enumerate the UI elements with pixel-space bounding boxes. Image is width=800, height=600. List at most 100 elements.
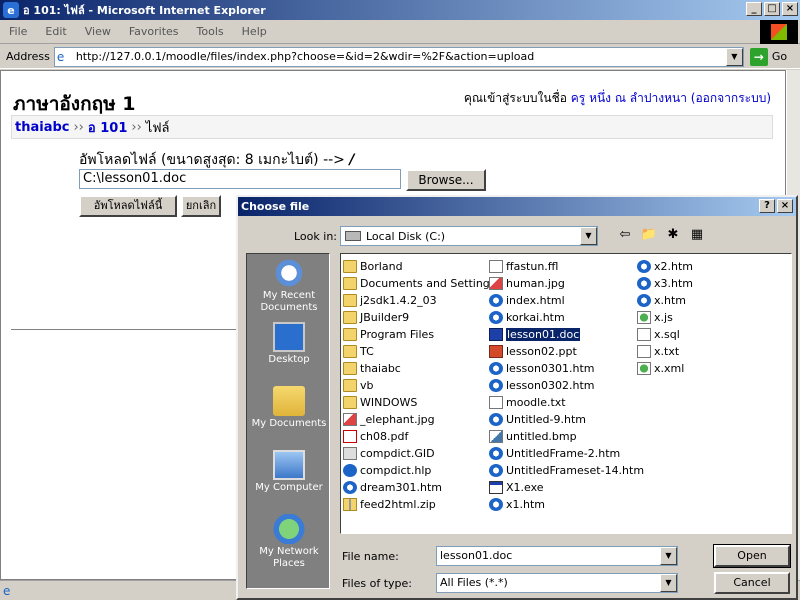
place-my-computer[interactable]: My Computer bbox=[247, 446, 331, 510]
ppt-file-icon bbox=[489, 345, 503, 358]
chevron-down-icon[interactable]: ▼ bbox=[660, 574, 677, 592]
address-input[interactable]: e http://127.0.0.1/moodle/files/index.ph… bbox=[53, 46, 744, 67]
place-network[interactable]: My Network Places bbox=[247, 510, 331, 574]
address-dropdown-arrow[interactable]: ▼ bbox=[725, 47, 743, 66]
maximize-button[interactable]: □ bbox=[764, 2, 780, 16]
file-name: ch08.pdf bbox=[360, 430, 409, 443]
file-item[interactable]: ch08.pdf bbox=[343, 428, 496, 445]
file-item[interactable]: Documents and Settings bbox=[343, 275, 496, 292]
html-file-icon bbox=[489, 498, 503, 511]
file-item[interactable]: compdict.GID bbox=[343, 445, 496, 462]
file-item[interactable]: Borland bbox=[343, 258, 496, 275]
file-item[interactable]: TC bbox=[343, 343, 496, 360]
file-name-label: File name: bbox=[342, 550, 399, 563]
upload-label: อัพโหลดไฟล์ (ขนาดสูงสุด: 8 เมกะไบต์) -->… bbox=[79, 149, 355, 171]
file-item[interactable]: untitled.bmp bbox=[489, 428, 644, 445]
file-item[interactable]: _elephant.jpg bbox=[343, 411, 496, 428]
browse-button[interactable]: Browse... bbox=[406, 169, 486, 191]
breadcrumb-course[interactable]: อ 101 bbox=[88, 117, 127, 138]
file-item[interactable]: lesson0301.htm bbox=[489, 360, 644, 377]
file-name: _elephant.jpg bbox=[360, 413, 435, 426]
file-item[interactable]: feed2html.zip bbox=[343, 496, 496, 513]
choose-file-dialog: Choose file ? × Look in: Local Disk (C:)… bbox=[236, 195, 798, 600]
file-item[interactable]: thaiabc bbox=[343, 360, 496, 377]
cancel-upload-button[interactable]: ยกเลิก bbox=[181, 195, 221, 217]
logout-link[interactable]: (ออกจากระบบ) bbox=[691, 91, 771, 105]
window-titlebar[interactable]: e อ 101: ไฟล์ - Microsoft Internet Explo… bbox=[0, 0, 800, 20]
file-name-value: lesson01.doc bbox=[440, 549, 513, 562]
html-file-icon bbox=[489, 294, 503, 307]
upload-file-input[interactable]: C:\lesson01.doc bbox=[79, 169, 401, 189]
file-item[interactable]: WINDOWS bbox=[343, 394, 496, 411]
file-item[interactable]: human.jpg bbox=[489, 275, 644, 292]
file-item[interactable]: x.js bbox=[637, 309, 693, 326]
file-item[interactable]: lesson01.doc bbox=[489, 326, 644, 343]
dialog-close-button[interactable]: × bbox=[777, 199, 793, 213]
view-menu-icon[interactable]: ▦ bbox=[688, 227, 706, 242]
file-item[interactable]: vb bbox=[343, 377, 496, 394]
chevron-down-icon[interactable]: ▼ bbox=[660, 547, 677, 565]
place-label: My Documents bbox=[251, 418, 327, 429]
folder-icon bbox=[343, 345, 357, 358]
file-item[interactable]: Program Files bbox=[343, 326, 496, 343]
file-item[interactable]: x.txt bbox=[637, 343, 693, 360]
file-item[interactable]: compdict.hlp bbox=[343, 462, 496, 479]
folder-icon bbox=[343, 311, 357, 324]
places-bar: My Recent Documents Desktop My Documents… bbox=[246, 253, 330, 589]
breadcrumb-site[interactable]: thaiabc bbox=[15, 120, 69, 135]
html-file-icon bbox=[637, 277, 651, 290]
new-folder-icon[interactable]: ✱ bbox=[664, 227, 682, 242]
minimize-button[interactable]: _ bbox=[746, 2, 762, 16]
file-item[interactable]: lesson02.ppt bbox=[489, 343, 644, 360]
go-button[interactable]: → Go bbox=[749, 47, 787, 66]
help-button[interactable]: ? bbox=[759, 199, 775, 213]
chevron-down-icon[interactable]: ▼ bbox=[580, 227, 597, 245]
file-item[interactable]: JBuilder9 bbox=[343, 309, 496, 326]
file-item[interactable]: moodle.txt bbox=[489, 394, 644, 411]
menu-view[interactable]: View bbox=[76, 25, 120, 38]
menu-favorites[interactable]: Favorites bbox=[120, 25, 188, 38]
look-in-dropdown[interactable]: Local Disk (C:) ▼ bbox=[340, 226, 598, 246]
file-item[interactable]: UntitledFrame-2.htm bbox=[489, 445, 644, 462]
login-info: คุณเข้าสู่ระบบในชื่อ ครู หนึ่ง ณ ลำปางหน… bbox=[464, 89, 771, 108]
file-item[interactable]: UntitledFrameset-14.htm bbox=[489, 462, 644, 479]
user-link[interactable]: ครู หนึ่ง ณ ลำปางหนา bbox=[571, 91, 687, 105]
back-arrow-icon[interactable]: ⇦ bbox=[616, 227, 634, 242]
file-type-dropdown[interactable]: All Files (*.*) ▼ bbox=[436, 573, 678, 593]
file-item[interactable]: ffastun.ffl bbox=[489, 258, 644, 275]
menu-file[interactable]: File bbox=[0, 25, 36, 38]
close-button[interactable]: × bbox=[782, 2, 798, 16]
menu-tools[interactable]: Tools bbox=[188, 25, 233, 38]
dialog-cancel-button[interactable]: Cancel bbox=[714, 572, 790, 594]
file-name: lesson02.ppt bbox=[506, 345, 577, 358]
open-button[interactable]: Open bbox=[713, 544, 791, 568]
file-item[interactable]: x.sql bbox=[637, 326, 693, 343]
place-label: My Network Places bbox=[259, 546, 319, 569]
menu-help[interactable]: Help bbox=[233, 25, 276, 38]
file-item[interactable]: Untitled-9.htm bbox=[489, 411, 644, 428]
file-list[interactable]: Borland Documents and Settings j2sdk1.4.2_… bbox=[340, 253, 792, 534]
divider bbox=[11, 329, 241, 330]
menu-edit[interactable]: Edit bbox=[36, 25, 75, 38]
file-item[interactable]: x.htm bbox=[637, 292, 693, 309]
place-recent-documents[interactable]: My Recent Documents bbox=[247, 254, 331, 318]
file-name: Borland bbox=[360, 260, 403, 273]
place-desktop[interactable]: Desktop bbox=[247, 318, 331, 382]
file-item[interactable]: index.html bbox=[489, 292, 644, 309]
breadcrumb-separator: ›› bbox=[131, 119, 142, 135]
file-name-input[interactable]: lesson01.doc ▼ bbox=[436, 546, 678, 566]
bmp-file-icon bbox=[489, 430, 503, 443]
file-item[interactable]: lesson0302.htm bbox=[489, 377, 644, 394]
place-my-documents[interactable]: My Documents bbox=[247, 382, 331, 446]
file-item[interactable]: x2.htm bbox=[637, 258, 693, 275]
file-item[interactable]: j2sdk1.4.2_03 bbox=[343, 292, 496, 309]
dialog-titlebar[interactable]: Choose file ? × bbox=[238, 197, 796, 216]
up-folder-icon[interactable]: 📁 bbox=[640, 227, 658, 242]
file-item[interactable]: korkai.htm bbox=[489, 309, 644, 326]
file-item[interactable]: x1.htm bbox=[489, 496, 644, 513]
file-item[interactable]: X1.exe bbox=[489, 479, 644, 496]
file-item[interactable]: dream301.htm bbox=[343, 479, 496, 496]
file-item[interactable]: x.xml bbox=[637, 360, 693, 377]
upload-file-button[interactable]: อัพโหลดไฟล์นี้ bbox=[79, 195, 177, 217]
file-item[interactable]: x3.htm bbox=[637, 275, 693, 292]
